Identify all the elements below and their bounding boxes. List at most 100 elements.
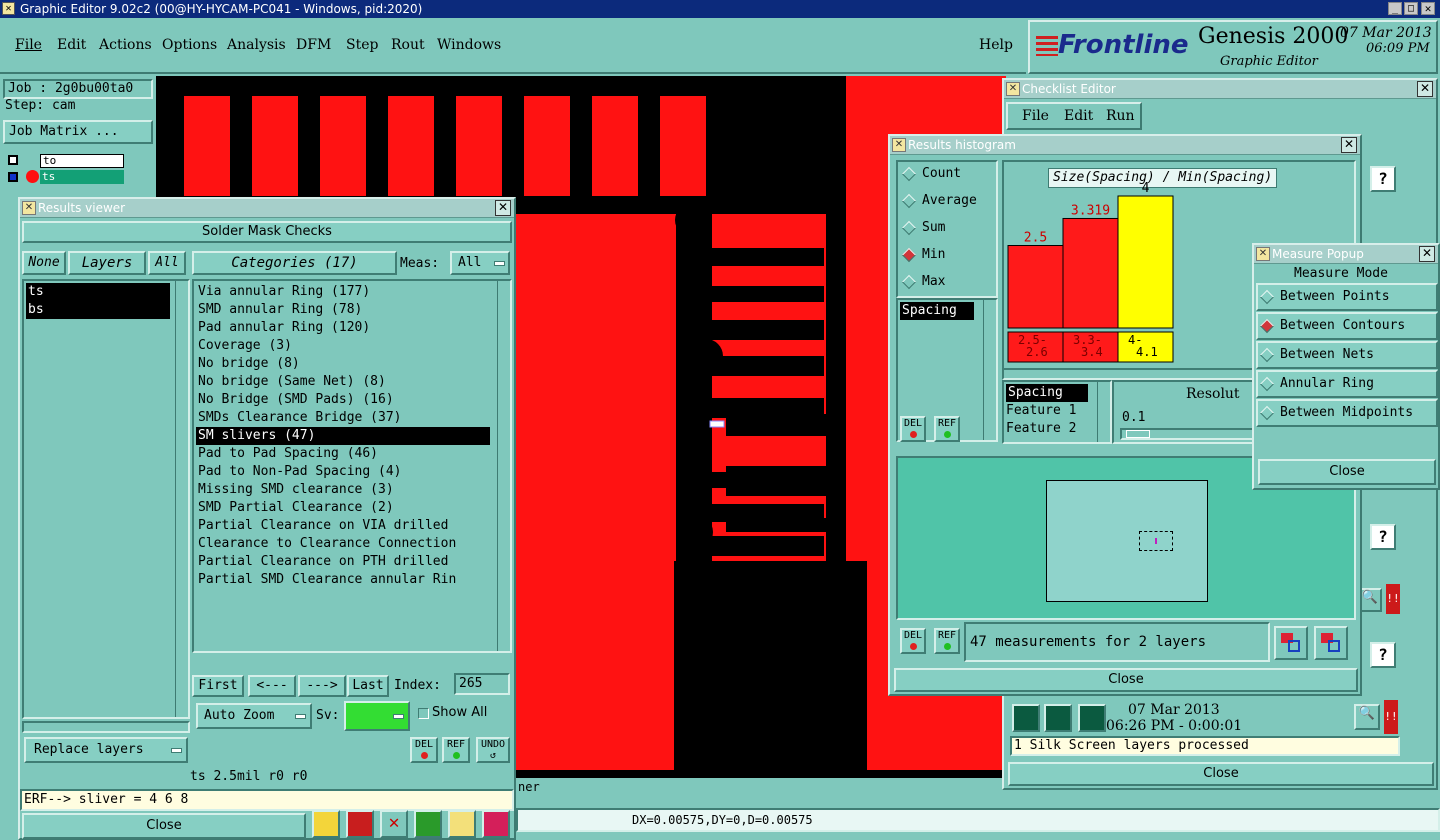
list-item[interactable]: ts [26,283,170,301]
list-item[interactable]: Partial SMD Clearance annular Rin [196,571,490,589]
layers-list[interactable]: ts bs [22,279,190,719]
measure-between-midpoints[interactable]: Between Midpoints [1256,399,1438,427]
undo-button[interactable]: UNDO ↺ [476,737,510,763]
list-item[interactable]: SMD annular Ring (78) [196,301,490,319]
maximize-button[interactable]: □ [1404,2,1418,15]
measure-close-button[interactable]: Close [1258,459,1436,485]
layer-toggle-icon[interactable] [8,172,18,182]
histogram-bar[interactable] [1062,217,1119,329]
menu-file[interactable]: File [15,37,42,53]
del-button[interactable]: DEL [410,737,438,763]
prev-button[interactable]: <--- [248,675,296,697]
categories-list[interactable]: Via annular Ring (177) SMD annular Ring (… [192,279,512,653]
import-icon[interactable] [1314,626,1348,660]
hist-ref-button[interactable]: REF [934,416,960,442]
histogram-bar[interactable] [1007,245,1064,329]
list-item[interactable]: Spacing [900,302,974,320]
menu-analysis[interactable]: Analysis [227,37,286,53]
checklist-menu-run[interactable]: Run [1106,108,1135,124]
lamp-icon[interactable] [312,810,340,838]
chart-icon[interactable] [482,810,510,838]
mode-average[interactable]: Average [900,193,977,208]
feature-row[interactable]: Spacing [1006,384,1088,402]
ref-button[interactable]: REF [442,737,470,763]
last-button[interactable]: Last [347,675,389,697]
histogram-list-scrollbar[interactable] [983,300,996,440]
list-item[interactable]: SMDs Clearance Bridge (37) [196,409,490,427]
histogram-bar[interactable] [1117,195,1174,329]
layer-row-to[interactable]: to [40,154,124,168]
run-icon[interactable] [1012,704,1040,732]
mode-min[interactable]: Min [900,247,945,262]
histogram-close-button[interactable]: Close [894,668,1358,692]
sv-color-select[interactable] [344,701,410,731]
list-item[interactable]: Partial Clearance on PTH drilled [196,553,490,571]
redraw-icon[interactable] [346,810,374,838]
notes-icon[interactable] [448,810,476,838]
list-item[interactable]: Missing SMD clearance (3) [196,481,490,499]
close-window-button[interactable]: ✕ [1421,2,1435,15]
menu-rout[interactable]: Rout [391,37,425,53]
help-button[interactable]: ? [1370,642,1396,668]
index-input[interactable]: 265 [454,673,510,695]
zoom-icon[interactable]: 🔍 [1354,704,1380,730]
layers-hscroll[interactable] [22,721,190,733]
minimize-button[interactable]: _ [1388,2,1402,15]
close-icon[interactable]: ✕ [495,200,511,216]
layers-icon[interactable] [414,810,442,838]
replace-layers-select[interactable]: Replace layers [24,737,188,763]
all-layers-button[interactable]: All [148,251,186,275]
first-button[interactable]: First [192,675,244,697]
export-icon[interactable] [1274,626,1308,660]
close-icon[interactable]: ✕ [1417,81,1433,97]
mode-sum[interactable]: Sum [900,220,945,235]
list-item[interactable]: No Bridge (SMD Pads) (16) [196,391,490,409]
list-item[interactable]: Partial Clearance on VIA drilled [196,517,490,535]
slider-thumb-icon[interactable] [1126,430,1150,438]
layer-row-ts[interactable]: ts [40,170,124,184]
list-item[interactable]: No bridge (8) [196,355,490,373]
measure-between-points[interactable]: Between Points [1256,283,1438,311]
checklist-menu-edit[interactable]: Edit [1064,108,1093,124]
list-item[interactable]: SMD Partial Clearance (2) [196,499,490,517]
close-icon[interactable]: ✕ [1341,137,1357,153]
layers-button[interactable]: Layers [68,251,146,275]
checklist-menu-file[interactable]: File [1022,108,1049,124]
menu-windows[interactable]: Windows [437,37,501,53]
list-item[interactable]: SM slivers (47) [196,427,490,445]
clear-icon[interactable]: ✕ [380,810,408,838]
measure-annular-ring[interactable]: Annular Ring [1256,370,1438,398]
categories-button[interactable]: Categories (17) [192,251,397,275]
close-icon[interactable]: ✕ [1419,246,1435,262]
feature-row[interactable]: Feature 1 [1006,402,1096,420]
list-item[interactable]: Pad to Pad Spacing (46) [196,445,490,463]
hist-del-button[interactable]: DEL [900,416,926,442]
feature-scrollbar[interactable] [1097,382,1110,442]
list-item[interactable]: Coverage (3) [196,337,490,355]
run-icon[interactable] [1044,704,1072,732]
layers-scrollbar[interactable] [175,281,188,717]
list-item[interactable]: No bridge (Same Net) (8) [196,373,490,391]
help-button[interactable]: ? [1370,524,1396,550]
checklist-close-button[interactable]: Close [1008,762,1434,786]
next-button[interactable]: ---> [298,675,346,697]
menu-step[interactable]: Step [346,37,378,53]
layer-toggle-icon[interactable] [8,155,18,165]
mode-max[interactable]: Max [900,274,945,289]
results-close-button[interactable]: Close [22,813,306,839]
list-item[interactable]: Pad to Non-Pad Spacing (4) [196,463,490,481]
categories-scrollbar[interactable] [497,281,510,651]
job-matrix-button[interactable]: Job Matrix ... [3,120,153,144]
hist-ref-button[interactable]: REF [934,628,960,654]
list-item[interactable]: bs [26,301,170,319]
run-icon[interactable] [1078,704,1106,732]
list-item[interactable]: Clearance to Clearance Connection [196,535,490,553]
list-item[interactable]: Pad annular Ring (120) [196,319,490,337]
meas-select[interactable]: All [450,251,510,275]
menu-options[interactable]: Options [162,37,217,53]
hist-del-button[interactable]: DEL [900,628,926,654]
feature-row[interactable]: Feature 2 [1006,420,1096,438]
list-item[interactable]: Via annular Ring (177) [196,283,490,301]
measure-between-nets[interactable]: Between Nets [1256,341,1438,369]
mode-count[interactable]: Count [900,166,961,181]
